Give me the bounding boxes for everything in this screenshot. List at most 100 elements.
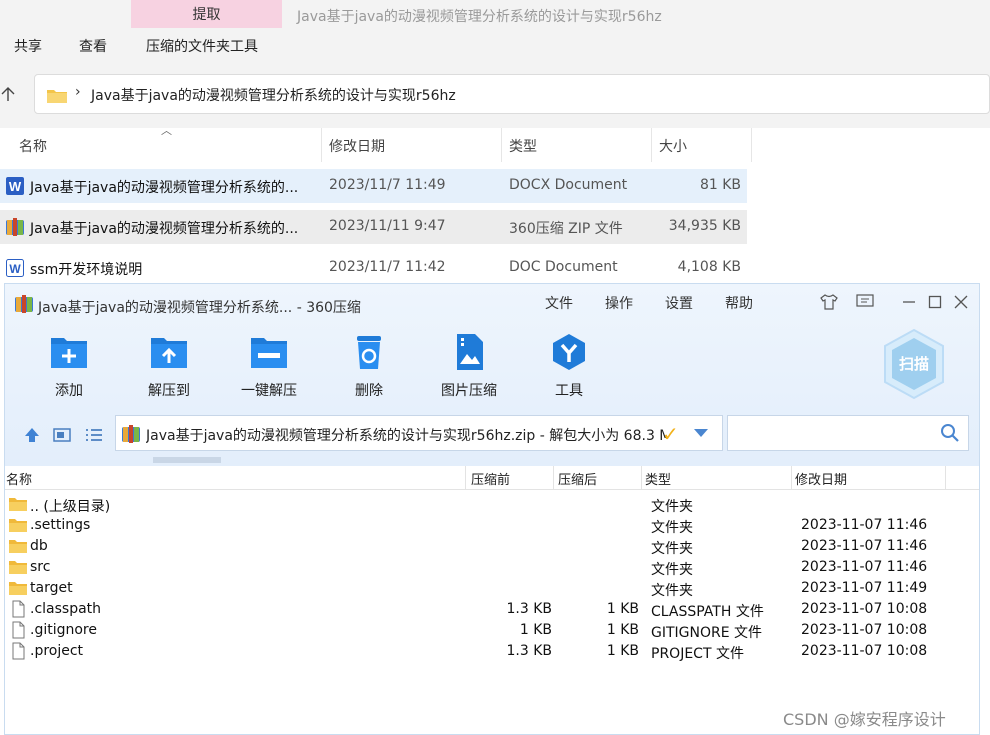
tools-button[interactable]: 工具	[529, 332, 609, 406]
zip-file-row[interactable]: .gitignore 1 KB 1 KB GITIGNORE 文件 2023-11-07…	[5, 620, 979, 641]
svg-text:W: W	[9, 262, 21, 276]
zip-row-name: target	[30, 580, 73, 596]
zip-row-type: PROJECT 文件	[651, 646, 744, 662]
zip-file-row[interactable]: .classpath 1.3 KB 1 KB CLASSPATH 文件 2023-11-…	[5, 599, 979, 620]
scan-shield-button[interactable]: 扫描	[881, 328, 947, 400]
ribbon-tab-compressed-folder-tools[interactable]: 压缩的文件夹工具	[146, 36, 258, 56]
column-divider[interactable]	[791, 466, 792, 490]
column-divider[interactable]	[641, 466, 642, 490]
up-arrow-icon[interactable]	[21, 425, 43, 445]
zip-file-row[interactable]: .settings 文件夹 2023-11-07 11:46	[5, 515, 979, 536]
one-click-extract-label: 一键解压	[241, 383, 297, 399]
up-arrow-icon[interactable]	[0, 84, 20, 104]
column-divider[interactable]	[651, 128, 652, 162]
folder-icon	[8, 579, 28, 597]
file-type: DOC Document	[509, 259, 618, 275]
extract-to-icon	[151, 338, 187, 368]
zip-row-name: .project	[30, 643, 84, 659]
address-path: Java基于java的动漫视频管理分析系统的设计与实现r56hz	[91, 88, 456, 104]
zip-search-input[interactable]	[727, 415, 969, 451]
file-row[interactable]: W Java基于java的动漫视频管理分析系统的... 2023/11/7 11…	[0, 169, 747, 203]
zip-file-row[interactable]: .. (上级目录) 文件夹	[5, 494, 979, 515]
file-type: 360压缩 ZIP 文件	[509, 221, 623, 237]
image-compress-label: 图片压缩	[441, 383, 497, 399]
column-divider[interactable]	[945, 466, 946, 490]
zip-window-title: Java基于java的动漫视频管理分析系统... - 360压缩	[38, 300, 361, 316]
column-divider[interactable]	[321, 128, 322, 162]
add-button[interactable]: 添加	[29, 332, 109, 406]
file-row[interactable]: W ssm开发环境说明 2023/11/7 11:42 DOC Document…	[0, 251, 747, 285]
zip-row-type: 文件夹	[651, 583, 693, 599]
column-divider[interactable]	[751, 128, 752, 162]
zip-row-before-size: 1.3 KB	[506, 643, 553, 659]
folder-icon	[8, 516, 28, 534]
column-divider[interactable]	[553, 466, 554, 490]
ribbon-tab-view[interactable]: 查看	[79, 36, 107, 56]
column-header-date[interactable]: 修改日期	[329, 136, 385, 156]
minimize-icon[interactable]	[899, 292, 919, 312]
add-icon	[51, 338, 87, 368]
file-name: Java基于java的动漫视频管理分析系统的...	[30, 221, 299, 237]
ribbon-tab-share[interactable]: 共享	[14, 36, 42, 56]
file-date: 2023/11/11 9:47	[329, 218, 446, 234]
zip-row-after-size: 1 KB	[606, 601, 639, 617]
column-header-type[interactable]: 类型	[645, 469, 671, 488]
delete-button[interactable]: 删除	[329, 332, 409, 406]
tab-extract[interactable]: 提取	[131, 0, 282, 28]
column-header-date[interactable]: 修改日期	[795, 469, 847, 488]
dropdown-arrow-icon[interactable]	[694, 429, 708, 437]
feedback-icon[interactable]	[855, 292, 875, 312]
thumbnail-view-icon[interactable]	[51, 425, 73, 445]
zip-row-type: 文件夹	[651, 499, 693, 515]
column-header-name[interactable]: 名称	[6, 469, 32, 488]
zip-address-bar[interactable]: Java基于java的动漫视频管理分析系统的设计与实现r56hz.zip - 解…	[115, 415, 723, 451]
one-click-extract-button[interactable]: 一键解压	[229, 332, 309, 406]
zip-window: Java基于java的动漫视频管理分析系统... - 360压缩 文件 操作 设…	[4, 283, 980, 735]
column-divider[interactable]	[501, 128, 502, 162]
zip-file-row[interactable]: src 文件夹 2023-11-07 11:46	[5, 557, 979, 578]
explorer-tab-bar: 提取 Java基于java的动漫视频管理分析系统的设计与实现r56hz	[0, 0, 990, 30]
search-icon[interactable]	[940, 423, 960, 443]
zip-row-date: 2023-11-07 11:46	[801, 538, 928, 554]
column-header-name[interactable]: 名称	[19, 136, 47, 156]
zip-row-type: 文件夹	[651, 562, 693, 578]
address-bar[interactable]: › Java基于java的动漫视频管理分析系统的设计与实现r56hz	[34, 74, 990, 114]
maximize-icon[interactable]	[925, 292, 945, 312]
zip-file-row[interactable]: db 文件夹 2023-11-07 11:46	[5, 536, 979, 557]
zip-archive-icon	[15, 295, 33, 313]
folder-icon	[47, 90, 67, 103]
menu-operation[interactable]: 操作	[605, 293, 633, 313]
skin-shirt-icon[interactable]	[819, 292, 839, 312]
menu-help[interactable]: 帮助	[725, 293, 753, 313]
menu-settings[interactable]: 设置	[665, 293, 693, 313]
one-click-extract-icon	[251, 338, 287, 368]
zip-row-type: 文件夹	[651, 520, 693, 536]
zip-file-row[interactable]: target 文件夹 2023-11-07 11:49	[5, 578, 979, 599]
zip-file-row[interactable]: .project 1.3 KB 1 KB PROJECT 文件 2023-11-07 1…	[5, 641, 979, 662]
close-icon[interactable]	[951, 292, 971, 312]
zip-row-name: db	[30, 538, 48, 554]
zip-toolbar-area: Java基于java的动漫视频管理分析系统... - 360压缩 文件 操作 设…	[5, 284, 979, 466]
zip-row-date: 2023-11-07 10:08	[801, 601, 928, 617]
zip-address-text: Java基于java的动漫视频管理分析系统的设计与实现r56hz.zip - 解…	[146, 428, 666, 444]
zip-row-after-size: 1 KB	[606, 622, 639, 638]
file-row[interactable]: Java基于java的动漫视频管理分析系统的... 2023/11/11 9:4…	[0, 210, 747, 244]
file-date: 2023/11/7 11:42	[329, 259, 446, 275]
file-icon	[8, 600, 28, 618]
zip-row-name: src	[30, 559, 51, 575]
column-divider[interactable]	[465, 466, 466, 490]
check-logo-icon: ✓	[662, 422, 679, 446]
file-name: Java基于java的动漫视频管理分析系统的...	[30, 180, 299, 196]
zip-column-headers: 名称 压缩前 压缩后 类型 修改日期	[5, 466, 979, 490]
column-header-size[interactable]: 大小	[659, 136, 687, 156]
column-header-before-size[interactable]: 压缩前	[471, 469, 510, 488]
extract-to-button[interactable]: 解压到	[129, 332, 209, 406]
menu-file[interactable]: 文件	[545, 293, 573, 313]
chevron-right-icon[interactable]: ›	[75, 84, 81, 100]
address-scroll-indicator	[153, 457, 221, 463]
list-view-icon[interactable]	[83, 425, 105, 445]
image-compress-button[interactable]: 图片压缩	[429, 332, 509, 406]
column-header-type[interactable]: 类型	[509, 136, 537, 156]
file-size: 34,935 KB	[668, 218, 741, 234]
column-header-after-size[interactable]: 压缩后	[558, 469, 597, 488]
